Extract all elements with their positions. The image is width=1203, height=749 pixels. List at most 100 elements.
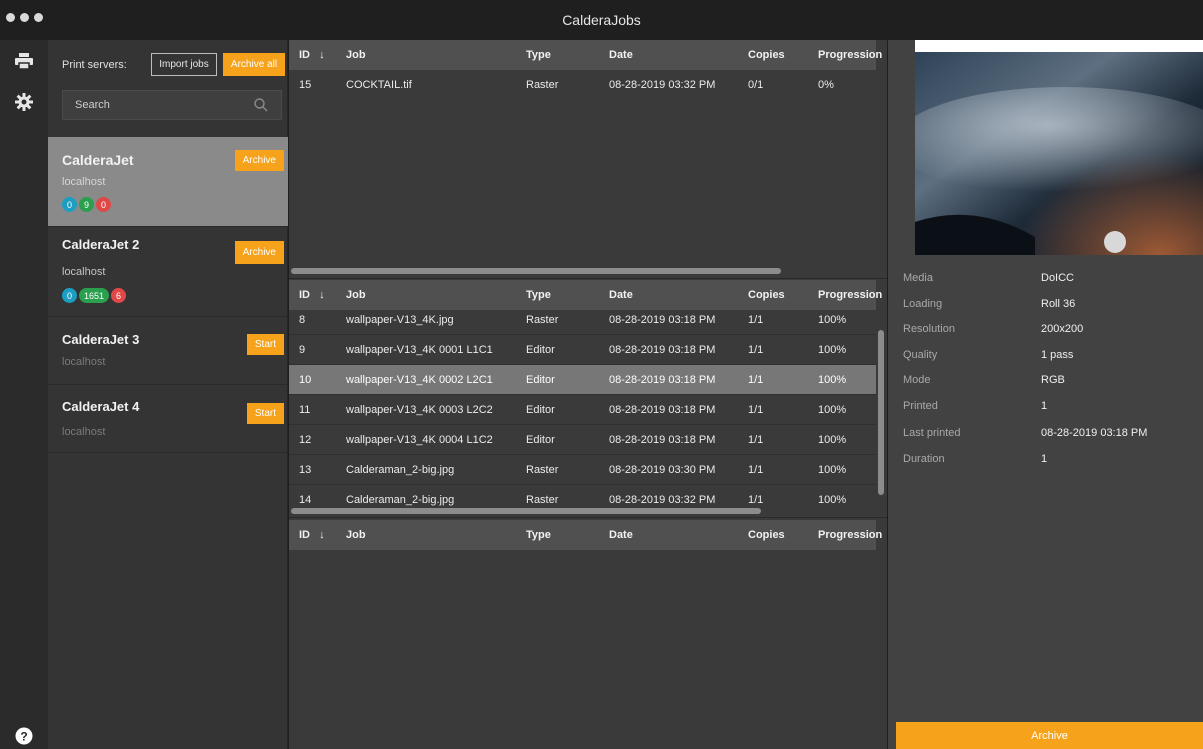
job-type: Raster [526,464,559,476]
prop-value: RGB [1041,374,1065,386]
archive-all-button[interactable]: Archive all [223,53,285,76]
col-progression[interactable]: Progression [818,520,882,550]
col-id[interactable]: ID ↓ [299,280,325,310]
start-server-button[interactable]: Start [246,334,284,355]
server-item-calderajet-2[interactable]: CalderaJet 2 localhost Archive 0 1651 6 [48,227,288,317]
sort-down-icon: ↓ [319,529,325,541]
server-status-badges: 0 9 0 [62,197,112,212]
server-item-calderajet-4[interactable]: CalderaJet 4 localhost Start [48,385,288,453]
window-controls[interactable] [6,13,43,22]
job-name: wallpaper-V13_4K 0002 L2C1 [346,374,493,386]
job-preview-image [915,40,1203,255]
col-id-label: ID [299,529,310,541]
col-copies[interactable]: Copies [748,520,785,550]
server-item-calderajet[interactable]: CalderaJet localhost Archive 0 9 0 [48,137,288,227]
col-copies[interactable]: Copies [748,40,785,70]
col-date[interactable]: Date [609,40,633,70]
col-type[interactable]: Type [526,520,551,550]
svg-text:?: ? [20,730,27,744]
gear-icon[interactable] [14,92,34,112]
col-id-label: ID [299,289,310,301]
table-row[interactable]: 12 wallpaper-V13_4K 0004 L1C2 Editor 08-… [289,425,876,455]
search-input[interactable]: Search [62,90,282,120]
server-item-calderajet-3[interactable]: CalderaJet 3 localhost Start [48,317,288,385]
col-date[interactable]: Date [609,520,633,550]
col-date[interactable]: Date [609,280,633,310]
job-id: 8 [299,314,306,326]
servers-header: Print servers: Import jobs Archive all [48,40,287,90]
close-window-button[interactable] [6,13,15,22]
active-jobs-hscrollbar[interactable] [291,268,781,274]
minimize-window-button[interactable] [20,13,29,22]
archive-server-button[interactable]: Archive [234,241,284,264]
printer-icon[interactable] [14,51,34,71]
col-type[interactable]: Type [526,280,551,310]
col-job[interactable]: Job [346,520,366,550]
col-type[interactable]: Type [526,40,551,70]
job-id: 9 [299,344,306,356]
table-row[interactable]: 13 Calderaman_2-big.jpg Raster 08-28-201… [289,455,876,485]
prop-value: Roll 36 [1041,298,1076,310]
prop-label: Loading [903,298,943,310]
printed-jobs-hscrollbar[interactable] [291,508,761,514]
server-host: localhost [62,426,106,438]
job-copies: 1/1 [748,434,764,446]
job-id: 10 [299,374,312,386]
job-date: 08-28-2019 03:18 PM [609,404,716,416]
col-id[interactable]: ID ↓ [299,40,325,70]
servers-panel: Print servers: Import jobs Archive all S… [48,40,288,749]
job-progression: 100% [818,464,847,476]
search-icon[interactable] [253,97,269,113]
help-icon[interactable]: ? [14,726,34,746]
sort-down-icon: ↓ [319,289,325,301]
job-date: 08-28-2019 03:32 PM [609,494,716,506]
table-row[interactable]: 15 COCKTAIL.tif Raster 08-28-2019 03:32 … [289,70,876,100]
col-id[interactable]: ID ↓ [299,520,325,550]
table-row[interactable]: 8 wallpaper-V13_4K.jpg Raster 08-28-2019… [289,310,876,335]
job-date: 08-28-2019 03:18 PM [609,434,716,446]
job-progression: 100% [818,494,847,506]
table-row[interactable]: 14 Calderaman_2-big.jpg Raster 08-28-201… [289,485,876,506]
job-name: wallpaper-V13_4K 0003 L2C2 [346,404,493,416]
col-progression[interactable]: Progression [818,40,882,70]
import-jobs-button[interactable]: Import jobs [151,53,217,76]
prop-value: 200x200 [1041,323,1084,335]
col-progression[interactable]: Progression [818,280,882,310]
job-type: Raster [526,494,559,506]
printed-jobs-vscrollbar[interactable] [878,330,884,495]
job-progression: 100% [818,374,847,386]
table-row[interactable]: 11 wallpaper-V13_4K 0003 L2C2 Editor 08-… [289,395,876,425]
job-name: wallpaper-V13_4K 0004 L1C2 [346,434,493,446]
col-job[interactable]: Job [346,280,366,310]
job-id: 11 [299,404,311,416]
archive-job-button[interactable]: Archive [896,722,1203,749]
zoom-window-button[interactable] [34,13,43,22]
prop-value: 1 pass [1041,349,1074,361]
archive-server-button[interactable]: Archive [234,150,284,171]
divider [289,278,887,279]
job-id: 13 [299,464,312,476]
server-name: CalderaJet [62,152,134,168]
col-copies[interactable]: Copies [748,280,785,310]
done-count-badge: 9 [79,197,95,212]
prop-label: Media [903,272,933,284]
error-count-badge: 6 [111,288,127,303]
sort-down-icon: ↓ [319,49,325,61]
nav-rail: ? [0,40,48,749]
active-jobs-header: ID ↓ Job Type Date Copies Progression [289,40,882,70]
job-copies: 0/1 [748,79,764,91]
error-count-badge: 0 [96,197,112,212]
table-row[interactable]: 9 wallpaper-V13_4K 0001 L1C1 Editor 08-2… [289,335,876,365]
col-job[interactable]: Job [346,40,366,70]
job-copies: 1/1 [748,464,764,476]
server-name: CalderaJet 4 [62,399,140,414]
printed-jobs-list: 8 wallpaper-V13_4K.jpg Raster 08-28-2019… [289,310,876,506]
table-row-selected[interactable]: 10 wallpaper-V13_4K 0002 L2C1 Editor 08-… [289,365,876,395]
prop-label: Resolution [903,323,955,335]
server-host: localhost [62,356,106,368]
prop-value: 1 [1041,453,1048,465]
start-server-button[interactable]: Start [246,403,284,424]
prop-label: Quality [903,349,938,361]
prop-label: Last printed [903,427,961,439]
job-type: Editor [526,374,555,386]
